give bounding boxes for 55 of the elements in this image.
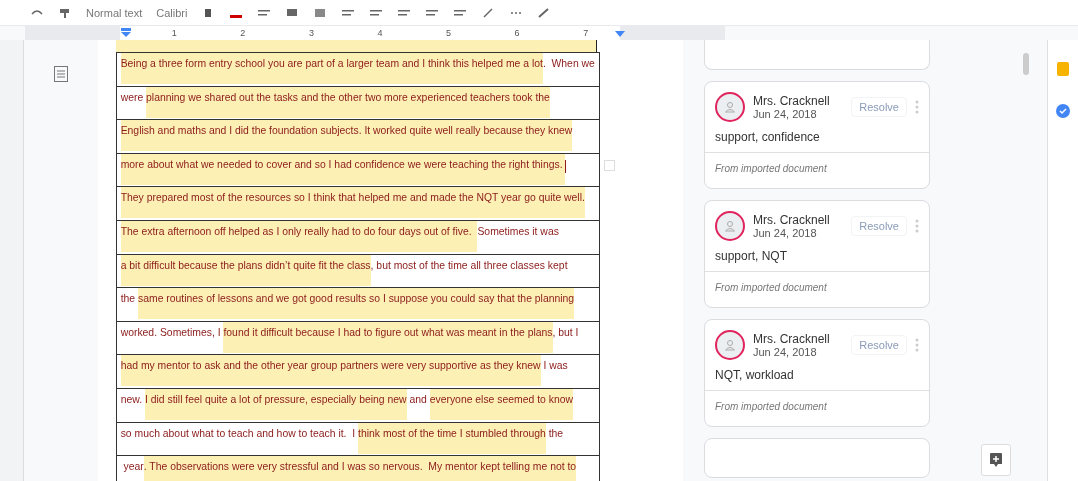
table-cell: the same routines of lessons and we got good results so I suppose you could say that the planning <box>116 287 600 322</box>
resolve-button[interactable]: Resolve <box>851 216 907 236</box>
add-comment-button[interactable] <box>981 444 1011 476</box>
ruler-number: 3 <box>308 28 314 38</box>
ruler-number: 7 <box>583 28 589 38</box>
check-circle-icon[interactable] <box>1056 104 1070 118</box>
table-cell: a bit difficult because the plans didn’t quite fit the class, but most of the time all three classes kept <box>116 254 600 288</box>
scrollbar[interactable] <box>1023 53 1029 75</box>
ruler-number: 4 <box>377 28 383 38</box>
table-cell: so much about what to teach and how to teach it. I think most of the time I stumbled through the <box>116 422 600 456</box>
table-cell: were planning we shared out the tasks and the other two more experienced teachers took the <box>116 86 600 120</box>
table-cell: year. The observations were very stressful and I was so nervous. My mentor kept telling me not to <box>116 455 600 481</box>
comment-source: From imported document <box>705 390 929 426</box>
author-name: Mrs. Cracknell <box>753 94 831 108</box>
author-name: Mrs. Cracknell <box>753 213 831 227</box>
resolve-button[interactable]: Resolve <box>851 97 907 117</box>
bullet-list-icon[interactable] <box>425 7 440 18</box>
comment-date: Jun 24, 2018 <box>753 346 818 358</box>
cell-menu-icon[interactable] <box>603 159 615 171</box>
style-dropdown[interactable]: Normal text <box>86 6 143 19</box>
comment-text: support, confidence <box>714 129 821 146</box>
indent-marker-icon[interactable] <box>615 28 625 37</box>
ruler-number: 5 <box>446 28 452 38</box>
avatar-icon <box>715 92 745 122</box>
outline-icon[interactable] <box>53 66 68 82</box>
table-cell: They prepared most of the resources so I think that helped me and made the NQT year go quite well. <box>116 186 600 221</box>
paint-format-icon[interactable] <box>58 7 72 18</box>
resolve-button[interactable]: Resolve <box>851 335 907 355</box>
font-dropdown[interactable]: Calibri <box>156 6 188 19</box>
comment-source: From imported document <box>705 152 929 188</box>
table-cell: The extra afternoon off helped as I only really had to do four days out of five. Sometimes it was <box>116 220 600 255</box>
ruler[interactable]: 1 2 3 4 5 6 7 <box>120 26 620 40</box>
text-cursor <box>565 159 567 173</box>
table-cell: new. I did still feel quite a lot of pressure, especially being new and everyone else seemed to know <box>116 388 600 423</box>
comment-source: From imported document <box>705 271 929 307</box>
ruler-number: 1 <box>171 28 177 38</box>
comment-date: Jun 24, 2018 <box>753 227 818 239</box>
avatar-icon <box>715 330 745 360</box>
ruler-number: 6 <box>514 28 520 38</box>
table-cell: worked. Sometimes, I found it difficult because I had to figure out what was meant in the plans, but I <box>116 321 600 355</box>
ruler-number: 2 <box>240 28 246 38</box>
align-icon[interactable] <box>341 7 356 18</box>
comment-text: NQT, workload <box>714 367 795 384</box>
table-cell: had my mentor to ask and the other year group partners were very supportive as they knew I was <box>116 354 600 389</box>
line-spacing-icon[interactable] <box>369 7 384 18</box>
list-icon[interactable] <box>397 7 412 18</box>
add-comment-icon[interactable] <box>990 453 1002 467</box>
author-name: Mrs. Cracknell <box>753 332 831 346</box>
table-cell: Being a three form entry school you are part of a larger team and I think this helped me a lot. When we <box>116 52 600 87</box>
avatar-icon <box>715 211 745 241</box>
table-cell: English and maths and I did the foundation subjects. It worked quite well really because they knew <box>116 119 600 154</box>
indent-marker-icon[interactable] <box>121 28 131 37</box>
comment-text: support, NQT <box>714 248 789 265</box>
indent-icon[interactable] <box>453 7 468 18</box>
comment-date: Jun 24, 2018 <box>753 108 818 120</box>
